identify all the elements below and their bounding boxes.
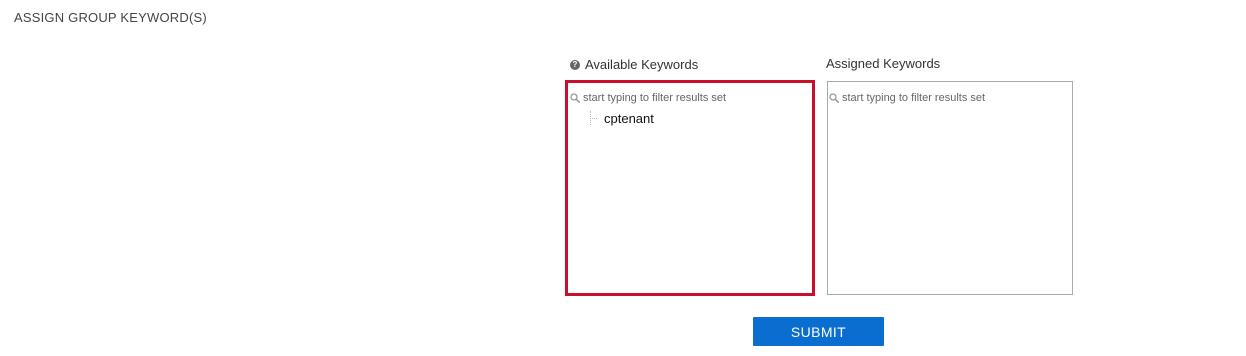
tree-connector-icon <box>590 111 598 125</box>
available-keywords-header: ? Available Keywords <box>570 57 698 72</box>
assigned-keywords-header: Assigned Keywords <box>826 56 940 71</box>
available-keywords-box[interactable]: cptenant <box>565 80 815 296</box>
question-circle-icon[interactable]: ? <box>570 59 580 70</box>
available-keywords-list: cptenant <box>568 109 812 127</box>
assigned-keywords-label: Assigned Keywords <box>826 56 941 71</box>
available-filter-row <box>570 91 812 105</box>
assigned-keywords-box[interactable] <box>827 81 1073 295</box>
assigned-filter-row <box>829 91 1072 105</box>
page-title: ASSIGN GROUP KEYWORD(S) <box>14 10 207 25</box>
search-icon <box>570 93 580 103</box>
assign-group-keywords-page: ASSIGN GROUP KEYWORD(S) ? Available Keyw… <box>0 0 1246 356</box>
assigned-filter-input[interactable] <box>842 91 1062 105</box>
available-filter-input[interactable] <box>583 91 803 105</box>
available-keywords-label: Available Keywords <box>585 57 699 72</box>
keyword-label: cptenant <box>604 110 654 126</box>
search-icon <box>829 93 839 103</box>
keyword-item-cptenant[interactable]: cptenant <box>568 109 812 127</box>
submit-button[interactable]: SUBMIT <box>753 317 884 346</box>
